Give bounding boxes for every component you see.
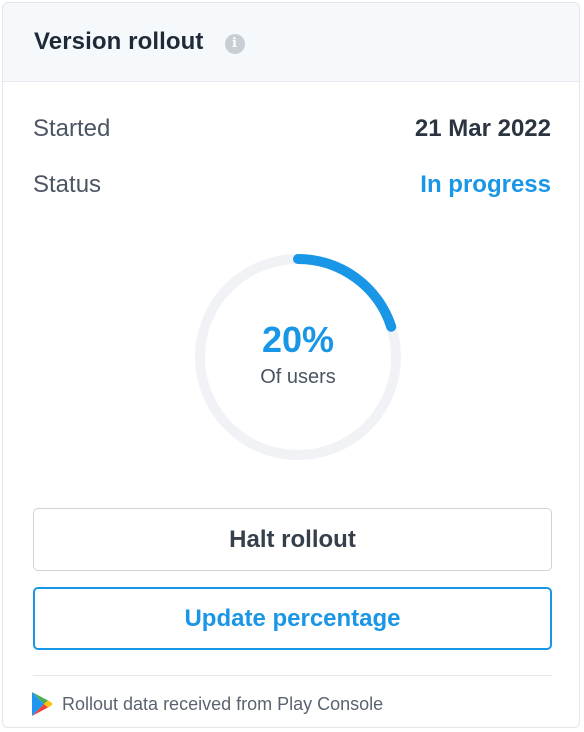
- started-row: Started 21 Mar 2022: [33, 115, 551, 143]
- progress-caption: Of users: [260, 365, 336, 388]
- status-row: Status In progress: [33, 171, 551, 199]
- card-title: Version rollout: [34, 28, 204, 55]
- status-value: In progress: [420, 171, 551, 198]
- info-icon[interactable]: i: [224, 33, 245, 54]
- footer: Rollout data received from Play Console: [31, 691, 383, 717]
- footer-text: Rollout data received from Play Console: [62, 693, 384, 714]
- footer-divider: [33, 675, 552, 676]
- started-value: 21 Mar 2022: [414, 115, 551, 142]
- started-label: Started: [33, 115, 111, 142]
- progress-center: 20% Of users: [192, 251, 404, 463]
- update-percentage-button[interactable]: Update percentage: [33, 587, 552, 650]
- status-label: Status: [33, 171, 102, 198]
- progress-percent: 20%: [261, 318, 335, 360]
- google-play-icon: [32, 692, 52, 716]
- card-header: Version rollout i: [3, 3, 579, 82]
- rollout-progress-ring: 20% Of users: [192, 251, 404, 463]
- version-rollout-card: Version rollout i Started 21 Mar 2022 St…: [2, 2, 580, 728]
- halt-rollout-button[interactable]: Halt rollout: [33, 508, 552, 571]
